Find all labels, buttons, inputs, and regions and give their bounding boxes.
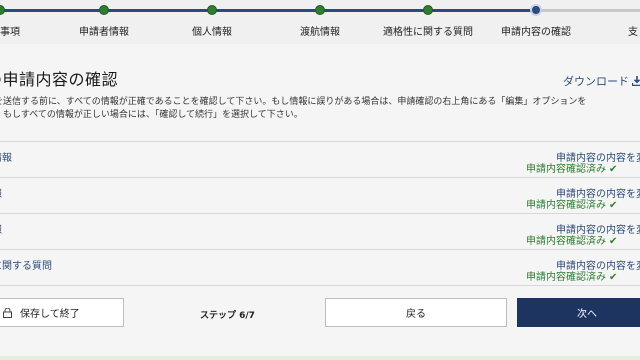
stepper-track-completed <box>0 9 536 12</box>
download-icon <box>632 76 640 86</box>
intro-text: を送信する前に、すべての情報が正確であることを確認して下さい。もし情報に誤りがあ… <box>0 96 594 122</box>
intro-line-2: 。もしすべての情報が正しい場合には、「確認して続行」を選択して下さい。 <box>0 110 303 120</box>
step-label-2: 申請者情報 <box>79 27 129 38</box>
lock-icon <box>3 307 12 318</box>
step-dot-5 <box>423 5 433 15</box>
step-dot-3 <box>207 5 217 15</box>
confirmed-status: 申請内容確認済み ✔ <box>526 268 617 283</box>
bottom-divider <box>0 356 640 360</box>
section-label: 情報 <box>0 153 12 164</box>
step-counter: ステップ 6/7 <box>200 311 255 321</box>
save-and-exit-label: 保存して終了 <box>20 309 80 320</box>
confirmed-text: 申請内容確認済み <box>526 236 606 247</box>
step-label-1: 事項 <box>0 27 20 38</box>
step-label-7: 支 <box>628 27 638 38</box>
page-title: の申請内容の確認 <box>0 70 119 89</box>
step-dot-4 <box>315 5 325 15</box>
step-label-5: 適格性に関する質問 <box>383 27 473 38</box>
review-section-row: に関する質問 申請内容の内容を変 申請内容確認済み✔ <box>0 249 640 286</box>
stepper-track-remaining <box>536 9 640 12</box>
check-icon: ✔ <box>609 236 618 247</box>
download-link[interactable]: ダウンロード <box>563 73 640 89</box>
review-sections: 情報 申請内容の内容を変 申請内容確認済み✔ 報 申請内容の内容を変 申請内容確… <box>0 141 640 286</box>
review-section-row: 情報 申請内容の内容を変 申請内容確認済み✔ <box>0 141 640 177</box>
step-dot-6-current <box>530 4 542 16</box>
download-label: ダウンロード <box>563 75 629 88</box>
review-section-row: 報 申請内容の内容を変 申請内容確認済み✔ <box>0 177 640 213</box>
save-and-exit-button[interactable]: 保存して終了 <box>0 298 124 327</box>
confirmed-text: 申請内容確認済み <box>526 272 606 283</box>
review-section-row: 報 申請内容の内容を変 申請内容確認済み✔ <box>0 213 640 249</box>
check-icon: ✔ <box>609 164 618 175</box>
step-dot-1 <box>0 5 5 15</box>
confirmed-status: 申請内容確認済み ✔ <box>526 160 617 175</box>
section-label: に関する質問 <box>0 261 52 272</box>
check-icon: ✔ <box>609 200 618 211</box>
back-button[interactable]: 戻る <box>325 298 507 327</box>
confirmed-status: 申請内容確認済み ✔ <box>526 196 617 211</box>
progress-stepper: 事項 申請者情報 個人情報 渡航情報 適格性に関する質問 申請内容の確認 支 <box>0 0 640 44</box>
next-button[interactable]: 次へ <box>517 298 640 327</box>
confirmed-text: 申請内容確認済み <box>526 200 606 211</box>
step-label-6: 申請内容の確認 <box>501 27 571 38</box>
step-dot-2 <box>99 5 109 15</box>
intro-line-1: を送信する前に、すべての情報が正確であることを確認して下さい。もし情報に誤りがあ… <box>0 97 587 107</box>
step-label-4: 渡航情報 <box>300 27 340 38</box>
section-label: 報 <box>0 185 2 200</box>
check-icon: ✔ <box>609 272 618 283</box>
confirmed-text: 申請内容確認済み <box>526 164 606 175</box>
section-label: 報 <box>0 221 2 236</box>
confirmed-status: 申請内容確認済み ✔ <box>526 232 617 247</box>
step-label-3: 個人情報 <box>192 27 232 38</box>
